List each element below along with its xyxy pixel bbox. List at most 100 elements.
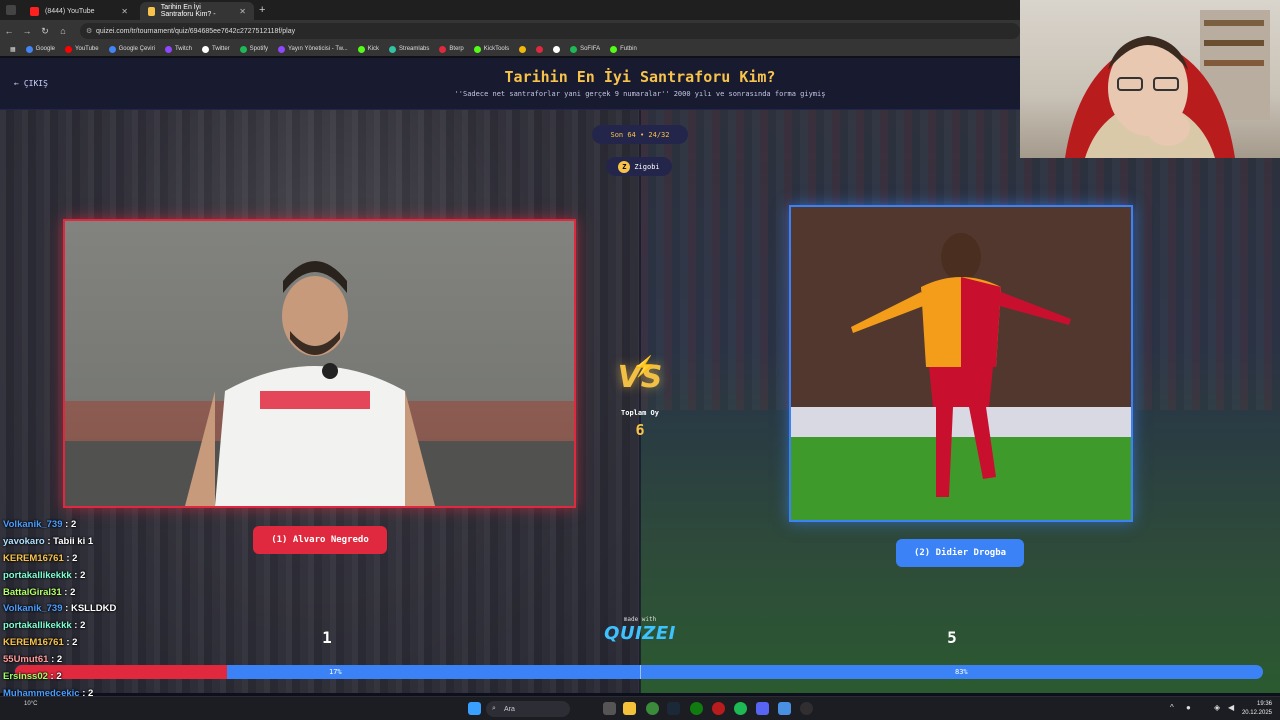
chat-message: 55Umut61 : 2 (3, 654, 243, 671)
chat-message: Volkanik_739 : KSLLDKD (3, 603, 243, 620)
chat-username: Ersinss02 (3, 671, 48, 683)
reload-icon[interactable]: ↻ (36, 26, 54, 37)
bookmark-favicon-icon (553, 45, 561, 53)
bookmark-favicon-icon (570, 45, 578, 53)
forward-icon[interactable]: → (18, 26, 36, 36)
bookmark-item[interactable]: Google (22, 45, 59, 53)
taskbar-search[interactable]: ⌕ Ara (486, 701, 570, 717)
clock-time: 19:36 (1256, 701, 1272, 707)
bookmark-item[interactable]: Yayın Yöneticisi - Tw... (274, 45, 352, 53)
center-divider (639, 110, 641, 693)
bookmark-favicon-icon (278, 45, 285, 53)
bookmark-label: Google Çeviri (118, 46, 155, 52)
choice-card-right[interactable] (789, 205, 1133, 522)
apps-icon[interactable]: ▦ (6, 46, 20, 53)
chat-username: 55Umut61 (3, 654, 49, 666)
discord-icon[interactable] (756, 702, 769, 715)
address-bar[interactable]: ⚙ quizei.com/tr/tournament/quiz/694685ee… (80, 23, 1020, 39)
file-explorer-icon[interactable] (623, 702, 636, 715)
bookmark-item[interactable]: Kick (354, 45, 383, 53)
chat-text: : 2 (51, 654, 63, 666)
bookmark-favicon-icon (439, 45, 447, 53)
tab-title: (8444) YouTube (45, 7, 95, 15)
tab-quizei[interactable]: Tarihin En İyi Santraforu Kim? - ✕ (140, 2, 254, 20)
bookmark-favicon-icon (357, 45, 365, 53)
chat-username: KEREM16761 (3, 552, 64, 564)
system-clock[interactable]: 19:36 20.12.2025 (1242, 700, 1272, 718)
stream-chat-overlay: Volkanik_739 : 2 yavokaro : Tabii ki 1 KER… (3, 519, 243, 720)
bookmark-item[interactable]: SoFIFA (566, 45, 604, 53)
creator-badge[interactable]: Z Zigobi (606, 157, 672, 176)
quizei-logo: QUIZEI (604, 623, 676, 644)
streamer-webcam-image (1065, 10, 1270, 158)
bookmark-item[interactable] (532, 45, 547, 53)
bookmark-label: Spotify (249, 46, 268, 52)
chat-text: : 2 (64, 586, 76, 598)
tab-close-icon[interactable]: ✕ (121, 7, 128, 16)
tab-youtube[interactable]: (8444) YouTube ✕ (22, 2, 136, 20)
app-icon[interactable] (712, 702, 725, 715)
tab-search-icon[interactable] (6, 5, 16, 15)
vote-progress-center-marker (640, 665, 641, 679)
bookmark-item[interactable]: KickTools (470, 45, 513, 53)
chat-message: KEREM16761 : 2 (3, 637, 243, 654)
bookmark-item[interactable] (515, 45, 530, 53)
bookmark-label: Futbin (620, 46, 637, 52)
site-info-icon[interactable]: ⚙ (86, 27, 92, 35)
bookmark-item[interactable]: Google Çeviri (105, 45, 159, 53)
bookmark-favicon-icon (25, 45, 33, 53)
chat-username: Volkanik_739 (3, 603, 63, 615)
tray-chevron-icon[interactable]: ^ (1170, 703, 1174, 712)
bookmark-item[interactable] (549, 45, 564, 53)
weather-widget[interactable]: 10°C (24, 701, 37, 707)
microphone-icon[interactable]: ● (1186, 703, 1191, 712)
home-icon[interactable]: ⌂ (54, 26, 72, 36)
bookmark-favicon-icon (201, 45, 209, 53)
made-with-quizei[interactable]: made with QUIZEI (600, 616, 680, 644)
network-icon[interactable]: ◈ (1214, 703, 1220, 712)
obs-icon[interactable] (800, 702, 813, 715)
bookmark-label: Streamlabs (399, 46, 430, 52)
vote-count-right: 5 (947, 628, 957, 647)
choice-label-right[interactable]: (2) Didier Drogba (896, 539, 1024, 567)
bookmark-item[interactable]: Twitch (161, 45, 196, 53)
choice-card-left[interactable] (63, 219, 576, 508)
bookmark-favicon-icon (473, 45, 481, 53)
chat-username: BattalGiral31 (3, 586, 62, 598)
photos-icon[interactable] (778, 702, 791, 715)
bookmark-label: Twitter (211, 46, 230, 52)
choice-label-left[interactable]: (1) Alvaro Negredo (253, 526, 387, 554)
spotify-icon[interactable] (734, 702, 747, 715)
screen: (8444) YouTube ✕ Tarihin En İyi Santrafo… (0, 0, 1280, 720)
bookmark-label: Bterp (449, 46, 464, 52)
xbox-icon[interactable] (690, 702, 703, 715)
bookmark-item[interactable]: Twitter (198, 45, 234, 53)
bookmark-item[interactable]: Bterp (435, 45, 467, 53)
new-tab-icon[interactable]: + (259, 4, 265, 16)
volume-icon[interactable]: ◀ (1228, 703, 1234, 712)
creator-avatar-icon: Z (618, 160, 631, 173)
tab-title: Tarihin En İyi Santraforu Kim? - (160, 4, 216, 18)
vote-percent-left: 17% (329, 668, 342, 676)
chat-text: : KSLLDKD (65, 603, 117, 615)
bookmark-label: Kick (367, 46, 380, 52)
chat-message: Volkanik_739 : 2 (3, 519, 243, 536)
search-placeholder: Ara (504, 705, 515, 713)
tab-close-icon[interactable]: ✕ (239, 7, 246, 16)
bookmark-favicon-icon (536, 45, 544, 53)
bookmark-item[interactable]: YouTube (61, 45, 103, 53)
chat-message: BattalGiral31 : 2 (3, 587, 243, 604)
windows-start-icon[interactable] (468, 702, 481, 715)
chrome-icon[interactable] (646, 702, 659, 715)
chat-username: KEREM16761 (3, 637, 64, 649)
chat-message: portakallikekkk : 2 (3, 620, 243, 637)
vote-count-left: 1 (322, 628, 332, 647)
bookmark-label: Twitch (174, 46, 192, 52)
bookmark-item[interactable]: Streamlabs (385, 45, 433, 53)
bookmark-item[interactable]: Futbin (606, 45, 641, 53)
task-view-icon[interactable] (603, 702, 616, 715)
bookmark-item[interactable]: Spotify (236, 45, 272, 53)
bookmark-favicon-icon (610, 45, 618, 53)
steam-icon[interactable] (667, 702, 680, 715)
back-icon[interactable]: ← (0, 26, 18, 36)
